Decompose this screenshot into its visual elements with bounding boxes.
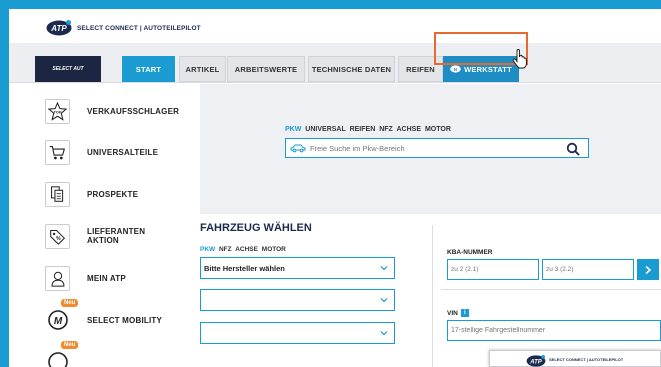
nav-werkstatt-label: WERKSTATT bbox=[464, 64, 512, 74]
chevron-down-icon bbox=[380, 266, 388, 271]
top-star-icon: TOP bbox=[45, 98, 70, 124]
search-tab-nfz[interactable]: NFZ bbox=[379, 126, 393, 133]
mobility-icon bbox=[45, 349, 70, 367]
vehicle-tab-motor[interactable]: MOTOR bbox=[262, 246, 286, 253]
svg-text:M: M bbox=[53, 316, 62, 327]
search-hero: PKW UNIVERSAL REIFEN NFZ ACHSE MOTOR bbox=[200, 84, 661, 214]
search-icon[interactable] bbox=[566, 142, 580, 156]
vehicle-select-title: FAHRZEUG WÄHLEN bbox=[200, 222, 312, 234]
sidebar-item-select-mobility[interactable]: M SELECT MOBILITY bbox=[45, 306, 162, 334]
manufacturer-select[interactable]: Bitte Hersteller wählen bbox=[200, 257, 395, 279]
kba-submit-button[interactable] bbox=[637, 259, 659, 280]
sidebar-item-label: SELECT MOBILITY bbox=[87, 315, 162, 325]
sidebar-item-label: UNIVERSALTEILE bbox=[87, 147, 159, 157]
sidebar-item-lieferanten-aktion[interactable]: % LIEFERANTEN AKTION bbox=[45, 222, 147, 250]
sidebar-item-label: MEIN ATP bbox=[87, 273, 126, 283]
user-icon bbox=[45, 265, 70, 291]
sidebar-item-prospekte[interactable]: PROSPEKTE bbox=[45, 180, 138, 208]
kba-field-3-2[interactable] bbox=[542, 259, 634, 280]
mobility-icon: M bbox=[45, 307, 70, 333]
main-nav: SELECT AUT START ARTIKEL ARBEITSWERTE TE… bbox=[9, 43, 661, 83]
brand-text: SELECT CONNECT | AUTOTEILEPILOT bbox=[77, 25, 201, 32]
vehicle-tab-achse[interactable]: ACHSE bbox=[235, 246, 258, 253]
chevron-down-icon bbox=[380, 331, 388, 336]
sidebar-item-label: VERKAUFSSCHLAGER bbox=[87, 106, 180, 116]
search-tab-universal[interactable]: UNIVERSAL bbox=[305, 126, 345, 133]
search-box bbox=[285, 138, 589, 158]
vin-input[interactable] bbox=[447, 320, 661, 341]
car-icon bbox=[290, 144, 306, 153]
search-tab-achse[interactable]: ACHSE bbox=[397, 126, 422, 133]
type-select[interactable] bbox=[200, 322, 395, 344]
search-input[interactable] bbox=[310, 143, 560, 153]
sidebar-item-mein-atp[interactable]: MEIN ATP bbox=[45, 264, 126, 292]
sidebar: TOP VERKAUFSSCHLAGER UNIVERSALTEILE PROS… bbox=[9, 84, 187, 367]
select-connect-logo[interactable]: SELECT AUT bbox=[35, 56, 101, 82]
kba-field-2-1[interactable] bbox=[447, 259, 539, 280]
sidebar-item-partial[interactable] bbox=[45, 348, 87, 367]
svg-text:ATP: ATP bbox=[50, 24, 67, 33]
vehicle-type-tabs: PKW NFZ ACHSE MOTOR bbox=[200, 246, 286, 253]
nav-artikel[interactable]: ARTIKEL bbox=[179, 56, 226, 82]
inset-preview: ATP SELECT CONNECT | AUTOTEILEPILOT bbox=[489, 350, 661, 367]
hand-cursor-icon bbox=[512, 49, 527, 69]
search-tab-motor[interactable]: MOTOR bbox=[425, 126, 451, 133]
section-separator bbox=[441, 289, 661, 290]
svg-text:N: N bbox=[454, 67, 457, 72]
column-divider bbox=[432, 225, 433, 367]
tag-icon: % bbox=[45, 223, 70, 249]
nav-technische-daten[interactable]: TECHNISCHE DATEN bbox=[308, 56, 395, 82]
sidebar-item-label: LIEFERANTEN AKTION bbox=[87, 227, 146, 245]
nav-start[interactable]: START bbox=[122, 56, 175, 82]
search-category-tabs: PKW UNIVERSAL REIFEN NFZ ACHSE MOTOR bbox=[285, 126, 451, 133]
search-tab-pkw[interactable]: PKW bbox=[285, 126, 301, 133]
chevron-right-icon bbox=[645, 265, 652, 274]
vin-label-group: VIN i bbox=[447, 309, 469, 317]
app-window: ATP SELECT CONNECT | AUTOTEILEPILOT SELE… bbox=[9, 9, 661, 367]
info-icon[interactable]: i bbox=[460, 309, 469, 317]
model-select[interactable] bbox=[200, 289, 395, 311]
vin-label: VIN bbox=[447, 309, 458, 317]
inset-brand-text: SELECT CONNECT | AUTOTEILEPILOT bbox=[549, 357, 624, 362]
atp-logo-icon: ATP bbox=[526, 355, 546, 367]
vehicle-tab-pkw[interactable]: PKW bbox=[200, 246, 215, 253]
nav-arbeitswerte[interactable]: ARBEITSWERTE bbox=[227, 56, 305, 82]
brochure-icon bbox=[45, 181, 70, 207]
vehicle-tab-nfz[interactable]: NFZ bbox=[219, 246, 232, 253]
atp-logo-icon[interactable]: ATP bbox=[46, 20, 72, 36]
manufacturer-select-value: Bitte Hersteller wählen bbox=[204, 263, 285, 273]
sidebar-item-universalteile[interactable]: UNIVERSALTEILE bbox=[45, 138, 158, 166]
chevron-down-icon bbox=[380, 298, 388, 303]
werkstatt-logo-icon: N bbox=[450, 65, 461, 73]
sidebar-item-label: PROSPEKTE bbox=[87, 189, 139, 199]
brand-bar: ATP SELECT CONNECT | AUTOTEILEPILOT bbox=[9, 9, 661, 43]
svg-text:TOP: TOP bbox=[54, 110, 62, 114]
svg-text:ATP: ATP bbox=[529, 359, 543, 365]
search-tab-reifen[interactable]: REIFEN bbox=[350, 126, 376, 133]
kba-label: KBA-NUMMER bbox=[447, 249, 493, 256]
cart-icon bbox=[45, 139, 70, 165]
svg-text:%: % bbox=[56, 235, 61, 241]
sidebar-item-verkaufsschlager[interactable]: TOP VERKAUFSSCHLAGER bbox=[45, 97, 179, 125]
